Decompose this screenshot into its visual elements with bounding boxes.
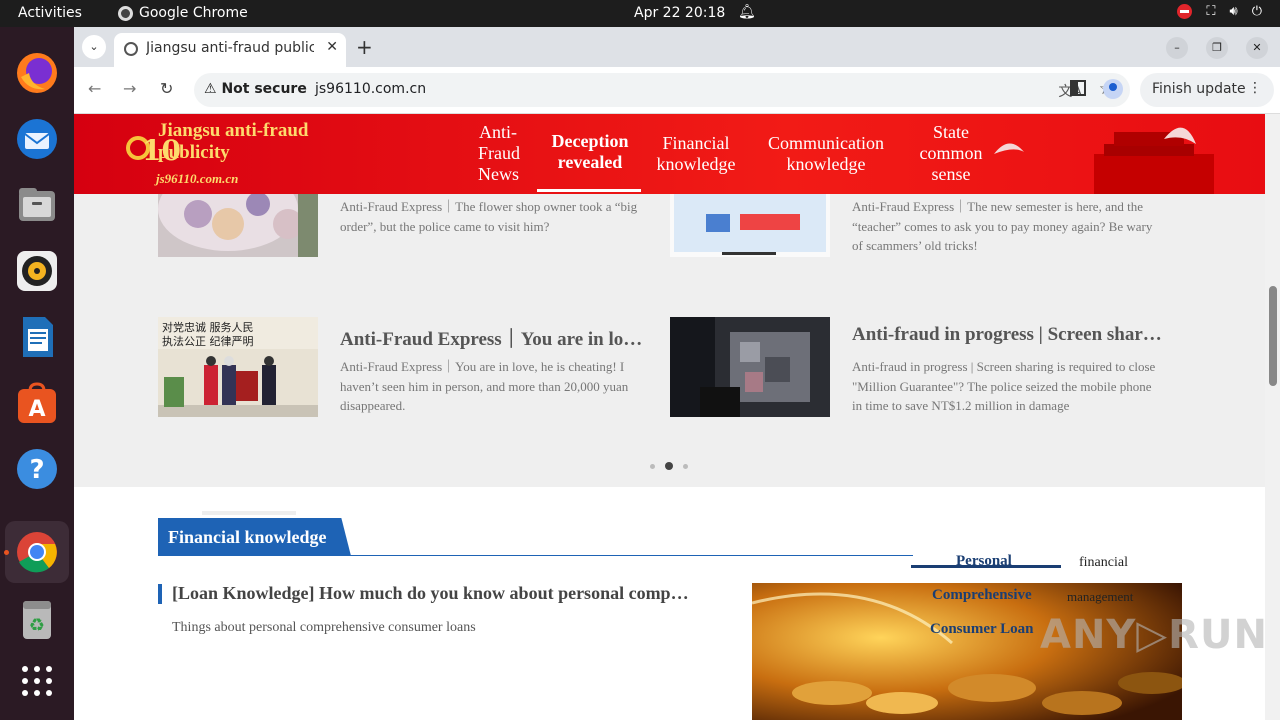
- profile-avatar-icon[interactable]: [1103, 79, 1123, 99]
- network-icon: ⛶: [1206, 4, 1216, 19]
- restore-icon[interactable]: ❐: [1206, 37, 1228, 59]
- news-desc[interactable]: Anti-Fraud Express｜The new semester is h…: [852, 197, 1164, 256]
- volume-icon: 🔊︎: [1229, 4, 1238, 19]
- nav-communication-knowledge[interactable]: Communication knowledge: [762, 133, 890, 175]
- tab-search-icon[interactable]: ⌄: [82, 35, 106, 59]
- running-indicator: [4, 550, 9, 555]
- news-thumb-love-scam[interactable]: 对党忠诚 服务人民 执法公正 纪律严明: [158, 317, 318, 417]
- more-menu-icon[interactable]: ⋮: [1248, 80, 1262, 96]
- nav-active-underline: [537, 189, 641, 192]
- libreoffice-writer-icon[interactable]: [13, 313, 61, 361]
- carousel-dot[interactable]: [650, 463, 655, 469]
- app-menu[interactable]: Google Chrome: [118, 5, 248, 21]
- forward-icon[interactable]: →: [123, 79, 136, 98]
- carousel-dot[interactable]: [683, 463, 688, 469]
- svg-text:♻: ♻: [29, 615, 45, 636]
- section-heading: Financial knowledge: [158, 518, 351, 556]
- app-name: Google Chrome: [139, 5, 248, 21]
- do-not-disturb-icon: [1177, 4, 1193, 19]
- bell-icon[interactable]: 🔔︎: [738, 4, 756, 20]
- section-heading-text: Financial knowledge: [168, 527, 327, 547]
- finish-update-button[interactable]: Finish update ⋮: [1140, 73, 1274, 107]
- tab-comprehensive[interactable]: Comprehensive: [932, 587, 1032, 604]
- help-icon[interactable]: ?: [13, 445, 61, 493]
- carousel-pagination: [650, 462, 688, 470]
- system-tray[interactable]: ⛶ 🔊︎ ⏻: [1177, 4, 1262, 19]
- back-icon[interactable]: ←: [88, 79, 101, 98]
- rhythmbox-icon[interactable]: [13, 247, 61, 295]
- app-center-icon[interactable]: A: [13, 379, 61, 427]
- article-title[interactable]: [Loan Knowledge] How much do you know ab…: [172, 583, 692, 604]
- nav-deception-revealed[interactable]: Deception revealed: [540, 131, 640, 173]
- browser-tab[interactable]: Jiangsu anti-fraud public ✕: [114, 33, 346, 67]
- news-title[interactable]: Anti-fraud in progress | Screen sharing …: [852, 324, 1162, 346]
- finish-update-label: Finish update: [1152, 81, 1246, 97]
- tab-management[interactable]: management: [1067, 589, 1133, 605]
- show-apps-icon[interactable]: [13, 657, 61, 705]
- article-desc[interactable]: Things about personal comprehensive cons…: [172, 620, 476, 636]
- anyrun-watermark: ANY▷RUN: [1040, 612, 1265, 658]
- financial-knowledge-section: Financial knowledge [Loan Knowledge] How…: [74, 487, 1265, 720]
- site-logo-url: js96110.com.cn: [156, 171, 239, 186]
- page-viewport: Anti-Fraud Express｜The flower shop owner…: [74, 114, 1265, 720]
- tab-financial[interactable]: financial: [1079, 555, 1128, 571]
- scrollbar-thumb[interactable]: [1269, 286, 1277, 386]
- globe-icon: [124, 42, 138, 56]
- site-logo-text[interactable]: Jiangsu anti-fraud publicity: [158, 120, 328, 164]
- reload-icon[interactable]: ↻: [160, 79, 173, 98]
- close-tab-icon[interactable]: ✕: [326, 39, 338, 55]
- nav-financial-knowledge[interactable]: Financial knowledge: [651, 133, 741, 175]
- heading-shadow: [202, 511, 296, 515]
- svg-text:?: ?: [29, 455, 44, 485]
- thunderbird-icon[interactable]: [13, 115, 61, 163]
- trash-icon[interactable]: ♻: [13, 595, 61, 643]
- header-decoration-tiananmen: [994, 127, 1214, 194]
- tab-strip: ⌄ Jiangsu anti-fraud public ✕ + – ❐ ✕: [74, 27, 1280, 67]
- news-thumb-screen-sharing[interactable]: [670, 317, 830, 417]
- svg-text:执法公正 纪律严明: 执法公正 纪律严明: [162, 334, 254, 348]
- clock[interactable]: Apr 22 20:18: [634, 5, 725, 21]
- tab-title: Jiangsu anti-fraud public: [146, 40, 314, 56]
- close-window-icon[interactable]: ✕: [1246, 37, 1268, 59]
- minimize-icon[interactable]: –: [1166, 37, 1188, 59]
- url-text[interactable]: js96110.com.cn: [315, 81, 426, 97]
- news-desc[interactable]: Anti-fraud in progress | Screen sharing …: [852, 357, 1164, 416]
- tab-active-underline: [911, 565, 1061, 568]
- chrome-icon[interactable]: [13, 528, 61, 576]
- news-desc[interactable]: Anti-Fraud Express｜You are in love, he i…: [340, 357, 652, 416]
- nav-anti-fraud-news[interactable]: Anti- Fraud News: [478, 122, 520, 185]
- address-bar[interactable]: ⚠ Not secure js96110.com.cn 文A ☆: [194, 73, 1130, 107]
- chrome-small-icon: [118, 5, 133, 21]
- security-indicator[interactable]: ⚠ Not secure: [204, 81, 307, 97]
- system-top-bar: Activities Google Chrome Apr 22 20:18 🔔︎…: [0, 0, 1280, 27]
- site-header: 100 Jiangsu anti-fraud publicity js96110…: [74, 114, 1265, 194]
- power-icon: ⏻: [1251, 4, 1262, 19]
- heading-rule: [158, 555, 913, 556]
- nav-state-common-sense[interactable]: State common sense: [912, 122, 990, 185]
- firefox-icon[interactable]: [13, 49, 61, 97]
- news-title[interactable]: Anti-Fraud Express｜You are in love, he i…: [340, 324, 650, 351]
- activities-button[interactable]: Activities: [18, 5, 82, 21]
- files-icon[interactable]: [13, 181, 61, 229]
- dock: A ? ♻: [0, 27, 74, 720]
- tab-consumer-loan[interactable]: Consumer Loan: [930, 621, 1034, 638]
- carousel-dot-active[interactable]: [665, 462, 673, 470]
- browser-window: ⌄ Jiangsu anti-fraud public ✕ + – ❐ ✕ ← …: [74, 27, 1280, 720]
- news-desc[interactable]: Anti-Fraud Express｜The flower shop owner…: [340, 197, 652, 236]
- browser-toolbar: ← → ↻ ⚠ Not secure js96110.com.cn 文A ☆ F…: [74, 67, 1280, 114]
- new-tab-icon[interactable]: +: [356, 35, 373, 59]
- security-label: Not secure: [221, 81, 307, 97]
- page-scrollbar[interactable]: [1265, 114, 1280, 720]
- article-marker: [158, 584, 162, 604]
- svg-text:对党忠诚 服务人民: 对党忠诚 服务人民: [162, 320, 254, 334]
- svg-text:A: A: [28, 397, 45, 422]
- side-panel-icon[interactable]: [1070, 80, 1086, 96]
